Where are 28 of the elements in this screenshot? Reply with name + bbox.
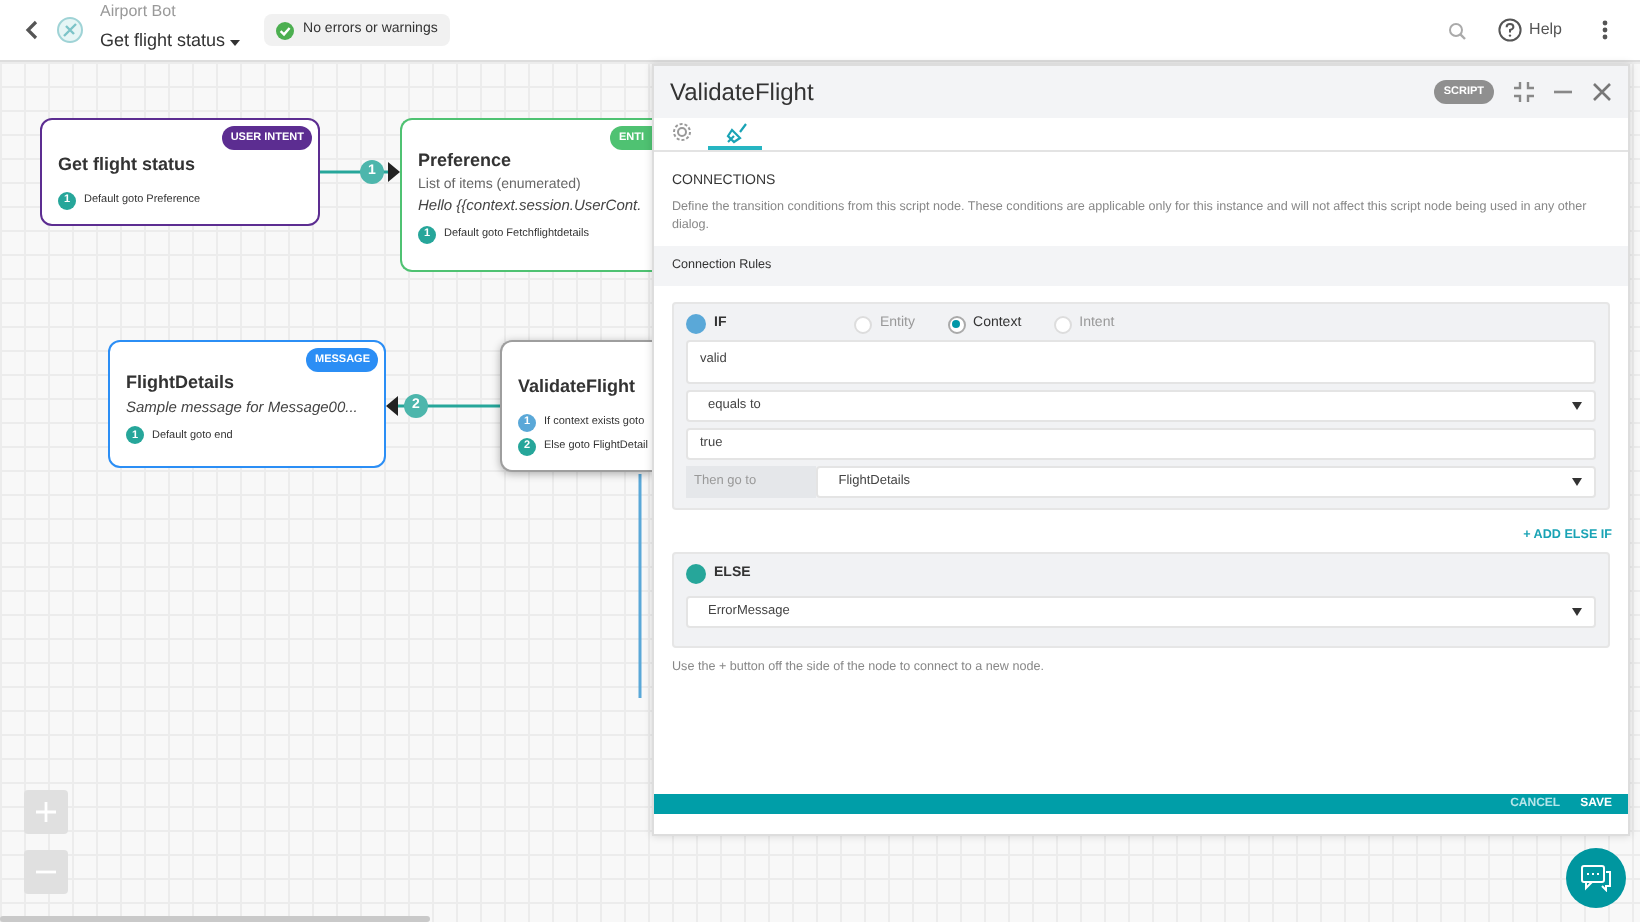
help-icon xyxy=(1497,18,1522,42)
collapse-icon[interactable] xyxy=(1514,82,1534,102)
bot-logo-icon xyxy=(56,16,84,44)
plug-icon xyxy=(723,121,747,143)
caret-icon xyxy=(1572,608,1582,617)
bot-name: Airport Bot xyxy=(100,4,178,21)
node-title: ValidateFlight xyxy=(518,374,636,400)
more-options-icon[interactable] xyxy=(1602,20,1608,40)
chat-icon xyxy=(1580,864,1612,892)
check-icon xyxy=(275,21,294,39)
node-title: Get flight status xyxy=(58,152,198,178)
node-title: FlightDetails xyxy=(126,370,237,396)
node-title: Preference xyxy=(418,148,514,174)
caret-icon xyxy=(1572,402,1582,411)
chat-button[interactable] xyxy=(1566,848,1626,908)
back-icon[interactable] xyxy=(24,18,40,42)
dialog-selector[interactable]: Get flight status xyxy=(100,28,240,56)
caret-icon xyxy=(1572,478,1582,487)
gear-icon xyxy=(671,122,691,142)
help-button[interactable]: Help xyxy=(1497,18,1562,42)
caret-icon xyxy=(229,37,240,47)
close-icon[interactable] xyxy=(1592,82,1612,102)
connector-arrow xyxy=(320,162,400,182)
panel-tab[interactable] xyxy=(708,118,762,150)
panel-title: ValidateFlight xyxy=(670,76,816,110)
connector-arrow xyxy=(386,396,500,416)
search-icon[interactable] xyxy=(1447,21,1466,39)
plus-icon xyxy=(36,802,56,822)
